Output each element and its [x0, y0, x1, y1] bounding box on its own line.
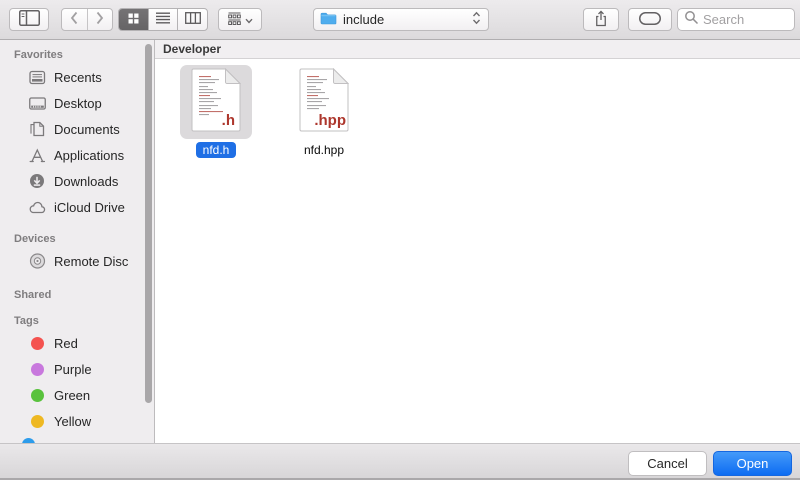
file-extension-label: .hpp [314, 112, 346, 129]
sidebar-item-label: Recents [54, 70, 102, 85]
sidebar-item-applications[interactable]: Applications [0, 142, 154, 168]
sidebar-item-label: Remote Disc [54, 254, 128, 269]
sidebar-toggle-button[interactable] [9, 8, 49, 31]
sidebar-item-label: Red [54, 336, 78, 351]
folder-icon [320, 11, 337, 28]
arrange-menu-button[interactable] [218, 8, 262, 31]
header-file-icon: .hpp [299, 68, 349, 137]
file-name-label: nfd.h [196, 142, 237, 158]
chevron-right-icon [94, 10, 105, 29]
sidebar-item-tag-green[interactable]: Green [0, 382, 154, 408]
sidebar-scrollbar[interactable] [145, 44, 152, 403]
tag-icon [639, 12, 661, 28]
sidebar-item-recents[interactable]: Recents [0, 64, 154, 90]
history-nav-group [61, 8, 113, 31]
file-name-label: nfd.hpp [299, 142, 349, 158]
open-button[interactable]: Open [713, 451, 792, 476]
magnifier-icon [684, 10, 699, 30]
back-button[interactable] [62, 9, 87, 30]
desktop-icon [28, 95, 46, 111]
sidebar-item-label: Purple [54, 362, 92, 377]
section-title-shared: Shared [0, 286, 154, 304]
sidebar-item-documents[interactable]: Documents [0, 116, 154, 142]
icon-view-button[interactable] [119, 9, 148, 30]
file-extension-label: .h [222, 112, 235, 129]
sidebar-item-tag-purple[interactable]: Purple [0, 356, 154, 382]
chevron-left-icon [69, 10, 80, 29]
sidebar-item-downloads[interactable]: Downloads [0, 168, 154, 194]
documents-icon [28, 121, 46, 137]
file-icon: .hpp [288, 65, 360, 139]
sidebar: Favorites Recents Desktop Documents Appl… [0, 40, 155, 443]
grid-view-icon [128, 12, 139, 27]
group-header: Developer [155, 40, 800, 59]
current-folder-label: include [343, 12, 465, 27]
file-nfd-hpp[interactable]: .hpp nfd.hpp [269, 65, 379, 158]
header-file-icon: .h [191, 68, 241, 137]
finder-open-dialog: include [0, 0, 800, 480]
list-view-icon [156, 12, 170, 27]
sidebar-item-label: Documents [54, 122, 120, 137]
list-view-button[interactable] [148, 9, 178, 30]
search-field[interactable] [677, 8, 795, 31]
toolbar: include [0, 0, 800, 40]
share-icon [594, 10, 608, 30]
tag-button[interactable] [628, 8, 672, 31]
view-mode-segmented-control [118, 8, 208, 31]
recents-icon [28, 69, 46, 85]
sidebar-item-label: Downloads [54, 174, 118, 189]
up-down-chevrons-icon [471, 11, 482, 28]
column-view-icon [185, 12, 201, 27]
file-nfd-h[interactable]: .h nfd.h [161, 65, 271, 158]
sidebar-item-label: Yellow [54, 414, 91, 429]
sidebar-item-remote-disc[interactable]: Remote Disc [0, 248, 154, 274]
section-title-tags: Tags [0, 312, 154, 330]
downloads-icon [28, 173, 46, 189]
cancel-button[interactable]: Cancel [628, 451, 707, 476]
search-input[interactable] [703, 12, 788, 27]
icloud-drive-icon [28, 199, 46, 215]
section-title-favorites: Favorites [0, 46, 154, 64]
tag-color-dot [31, 363, 44, 376]
sidebar-item-label: Green [54, 388, 90, 403]
dialog-footer: Cancel Open [0, 443, 800, 480]
tag-color-dot [31, 337, 44, 350]
sidebar-item-label: Applications [54, 148, 124, 163]
file-icon-selection: .h [180, 65, 252, 139]
section-title-devices: Devices [0, 230, 154, 248]
sidebar-item-tag-red[interactable]: Red [0, 330, 154, 356]
file-browser-area: Developer [155, 40, 800, 443]
share-button[interactable] [583, 8, 619, 31]
sidebar-item-tag-yellow[interactable]: Yellow [0, 408, 154, 434]
sidebar-item-label: Desktop [54, 96, 102, 111]
sidebar-item-label: iCloud Drive [54, 200, 125, 215]
remote-disc-icon [28, 253, 46, 269]
folder-path-dropdown[interactable]: include [313, 8, 489, 31]
chevron-down-icon [245, 12, 253, 27]
forward-button[interactable] [87, 9, 113, 30]
sidebar-toggle-icon [19, 10, 40, 29]
applications-icon [28, 147, 46, 163]
column-view-button[interactable] [177, 9, 207, 30]
item-arrangement-icon [228, 12, 241, 28]
sidebar-item-desktop[interactable]: Desktop [0, 90, 154, 116]
sidebar-item-icloud-drive[interactable]: iCloud Drive [0, 194, 154, 220]
tag-color-dot [31, 389, 44, 402]
tag-color-dot [31, 415, 44, 428]
